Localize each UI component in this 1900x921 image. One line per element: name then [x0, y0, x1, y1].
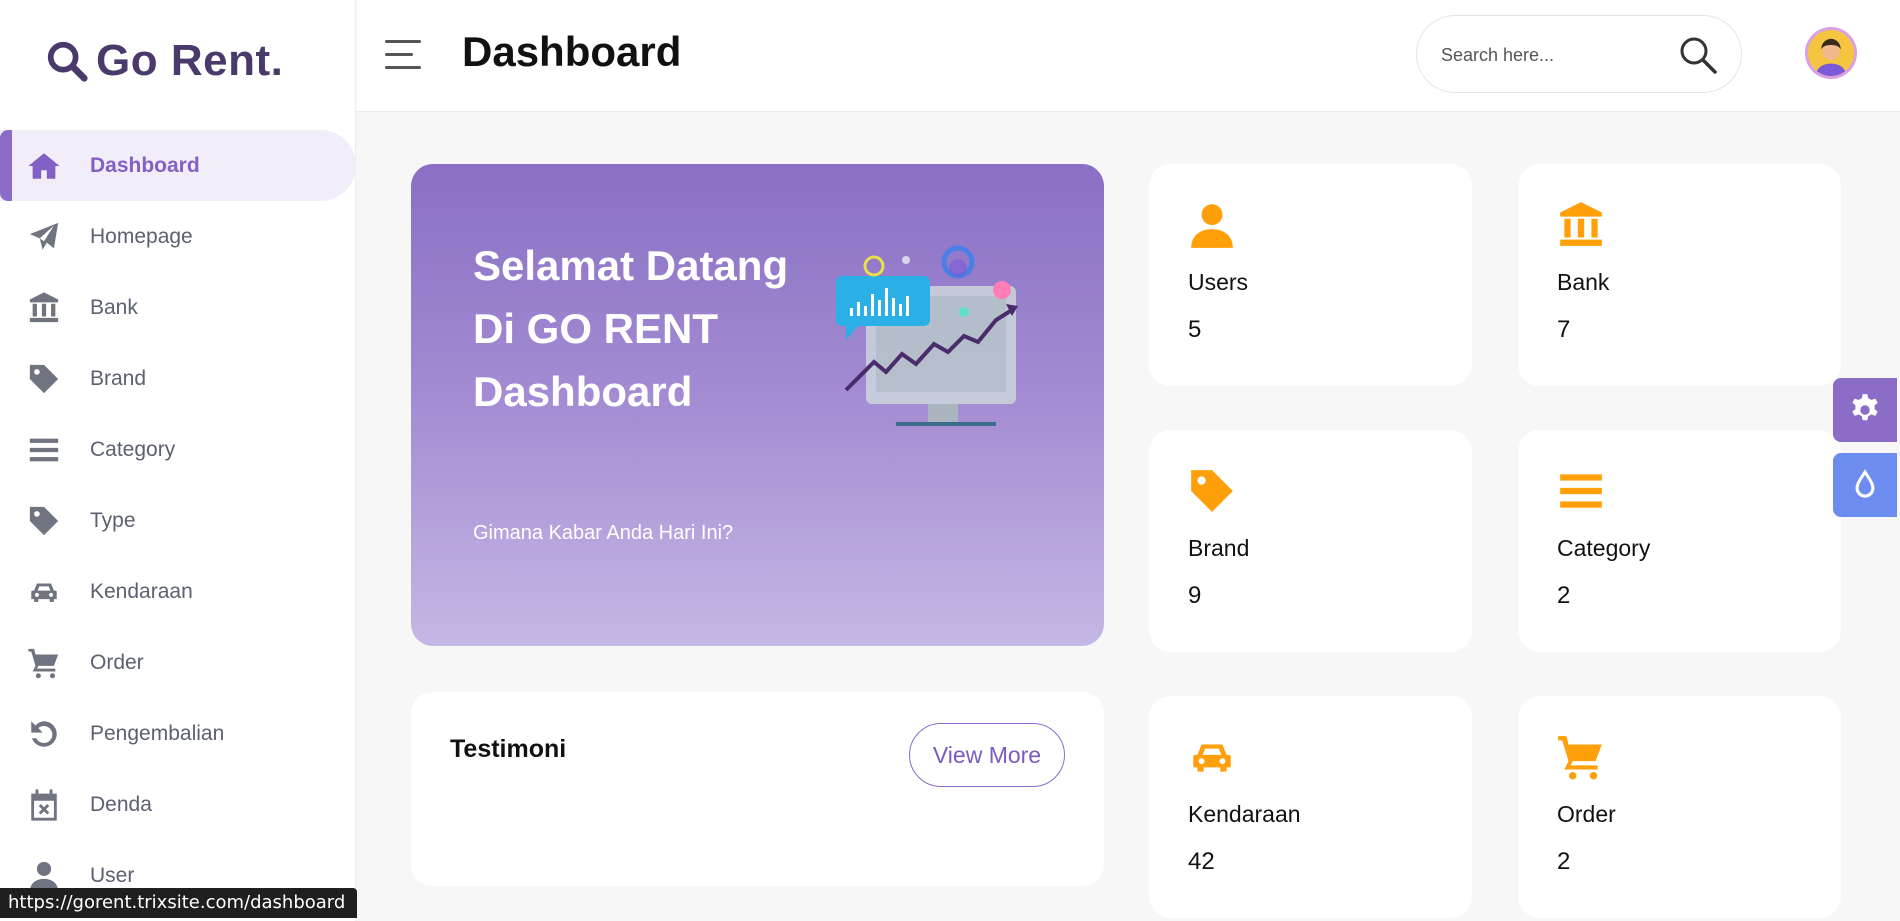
stat-value: 2: [1557, 848, 1571, 875]
settings-button[interactable]: [1833, 378, 1897, 442]
sidebar-item-label: Type: [90, 508, 136, 532]
sidebar-item-brand[interactable]: Brand: [0, 343, 356, 414]
bank-icon: [1556, 200, 1606, 250]
sidebar-item-label: Category: [90, 437, 176, 461]
testimoni-card: Testimoni View More: [411, 692, 1104, 886]
stat-label: Kendaraan: [1188, 801, 1301, 827]
avatar[interactable]: [1805, 27, 1857, 79]
sidebar-item-label: Order: [90, 650, 144, 674]
sidebar-nav: Dashboard Homepage Bank Brand Category T…: [0, 130, 356, 911]
search-box: [1416, 15, 1742, 93]
search-input[interactable]: [1441, 38, 1661, 72]
status-url: https://gorent.trixsite.com/dashboard: [0, 888, 358, 918]
sidebar: Go Rent. Dashboard Homepage Bank Brand C…: [0, 0, 356, 921]
stat-card-category[interactable]: Category 2: [1518, 430, 1841, 652]
paper-plane-icon: [26, 219, 62, 255]
list-icon: [26, 432, 62, 468]
search-icon[interactable]: [1677, 34, 1719, 76]
tag-icon: [26, 361, 62, 397]
sidebar-item-label: Dashboard: [90, 153, 200, 177]
list-icon: [1556, 466, 1606, 516]
stat-label: Bank: [1557, 269, 1610, 295]
stat-card-bank[interactable]: Bank 7: [1518, 164, 1841, 386]
user-avatar-icon: [1808, 30, 1854, 76]
stat-value: 2: [1557, 582, 1571, 609]
logo[interactable]: Go Rent.: [44, 36, 283, 86]
car-icon: [26, 574, 62, 610]
stat-label: Category: [1557, 535, 1651, 561]
gear-icon: [1852, 394, 1878, 421]
banner-title: Selamat Datang Di GO RENT Dashboard: [473, 242, 789, 415]
sidebar-item-order[interactable]: Order: [0, 627, 356, 698]
droplet-icon: [1855, 469, 1875, 498]
stat-card-kendaraan[interactable]: Kendaraan 42: [1149, 696, 1472, 918]
stat-label: Brand: [1188, 535, 1250, 561]
sidebar-item-label: Bank: [90, 295, 138, 319]
sidebar-item-denda[interactable]: Denda: [0, 769, 356, 840]
sidebar-item-label: Brand: [90, 366, 147, 390]
bank-icon: [26, 290, 62, 326]
top-header: Dashboard: [357, 0, 1900, 112]
sidebar-item-homepage[interactable]: Homepage: [0, 201, 356, 272]
stat-value: 7: [1557, 316, 1571, 343]
car-icon: [1187, 732, 1237, 782]
banner-subtitle: Gimana Kabar Anda Hari Ini?: [473, 522, 734, 544]
sidebar-item-dashboard[interactable]: Dashboard: [0, 130, 356, 201]
tag-icon: [26, 503, 62, 539]
stat-label: Users: [1188, 269, 1249, 295]
stat-card-users[interactable]: Users 5: [1149, 164, 1472, 386]
sidebar-item-label: Kendaraan: [90, 579, 193, 603]
tag-icon: [1187, 466, 1237, 516]
menu-toggle-icon[interactable]: [385, 40, 421, 72]
stat-card-order[interactable]: Order 2: [1518, 696, 1841, 918]
page-title: Dashboard: [462, 28, 682, 75]
stat-card-brand[interactable]: Brand 9: [1149, 430, 1472, 652]
logo-text: Go Rent.: [96, 36, 284, 85]
cart-icon: [1556, 732, 1606, 782]
view-more-button[interactable]: View More: [909, 723, 1065, 787]
analytics-illustration-icon: [836, 245, 1018, 426]
sidebar-item-bank[interactable]: Bank: [0, 272, 356, 343]
sidebar-item-label: User: [90, 863, 135, 887]
stat-label: Order: [1557, 801, 1616, 827]
user-icon: [1187, 200, 1237, 250]
sidebar-item-category[interactable]: Category: [0, 414, 356, 485]
theme-button[interactable]: [1833, 453, 1897, 517]
sidebar-item-pengembalian[interactable]: Pengembalian: [0, 698, 356, 769]
stat-value: 5: [1188, 316, 1202, 343]
sidebar-item-label: Denda: [90, 792, 152, 816]
welcome-banner: Selamat Datang Di GO RENT Dashboard Gima…: [411, 164, 1104, 646]
undo-icon: [26, 716, 62, 752]
search-logo-icon: [47, 41, 88, 82]
sidebar-item-kendaraan[interactable]: Kendaraan: [0, 556, 356, 627]
sidebar-item-label: Pengembalian: [90, 721, 225, 745]
stat-value: 9: [1188, 582, 1202, 609]
stat-value: 42: [1188, 848, 1215, 875]
calendar-x-icon: [26, 787, 62, 823]
home-icon: [26, 148, 62, 184]
cart-icon: [26, 645, 62, 681]
sidebar-item-type[interactable]: Type: [0, 485, 356, 556]
testimoni-title: Testimoni: [450, 735, 567, 763]
sidebar-item-label: Homepage: [90, 224, 193, 248]
